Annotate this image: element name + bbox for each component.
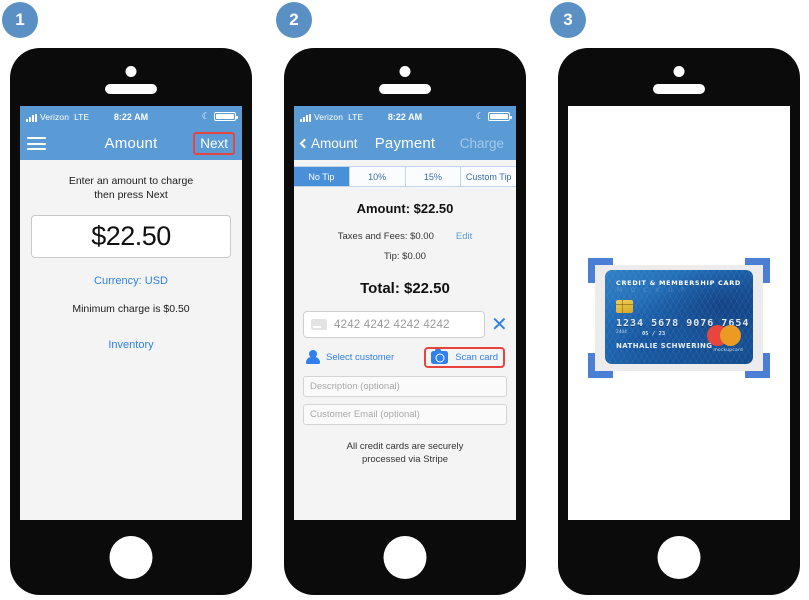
amount-hint-line2: then press Next [94, 189, 168, 202]
step-badge-3: 3 [550, 2, 586, 38]
back-button-label: Amount [311, 136, 358, 151]
card-brand-text: mockupcard [713, 348, 743, 353]
card-title: CREDIT & MEMBERSHIP CARD [616, 279, 742, 287]
tip-tab-10[interactable]: 10% [349, 167, 406, 186]
tip-amount-label: Tip: $0.00 [384, 251, 426, 262]
description-input[interactable]: Description (optional) [303, 376, 507, 397]
inventory-link[interactable]: Inventory [108, 339, 153, 351]
stripe-note-line1: All credit cards are securely [346, 441, 464, 452]
credit-card-icon [311, 319, 327, 330]
amount-hint: Enter an amount to charge then press Nex… [30, 174, 232, 202]
edit-taxes-link[interactable]: Edit [456, 231, 472, 242]
payment-actions-row: Select customer Scan card [294, 347, 516, 368]
currency-link[interactable]: Currency: USD [94, 275, 168, 287]
step-badge-3-number: 3 [563, 10, 573, 29]
tip-tab-no-tip[interactable]: No Tip [294, 167, 350, 186]
home-button-1[interactable] [109, 536, 153, 579]
step-badge-1-number: 1 [15, 10, 25, 29]
card-chip-icon [616, 300, 633, 313]
amount-input[interactable]: $22.50 [31, 215, 231, 259]
clock-label: 8:22 AM [113, 111, 149, 122]
do-not-disturb-moon-icon: ☾ [201, 111, 210, 121]
card-expiry: 05 / 23 [642, 331, 666, 337]
phone-mockup-2: Verizon LTE 8:22 AM ☾ Amount Payment Cha… [284, 48, 526, 595]
next-button[interactable]: Next [193, 132, 235, 155]
card-watermark: M O C K U P [617, 287, 688, 294]
total-label: Total: $22.50 [360, 280, 450, 297]
clear-card-icon[interactable]: ✕ [491, 315, 508, 335]
customer-email-input[interactable]: Customer Email (optional) [303, 404, 507, 425]
do-not-disturb-moon-icon: ☾ [475, 111, 484, 121]
select-customer-label: Select customer [326, 352, 395, 363]
taxes-fees-row: Taxes and Fees: $0.00 Edit [304, 231, 506, 242]
page-title: Payment [374, 135, 436, 152]
status-bar-1: Verizon LTE 8:22 AM ☾ [20, 106, 242, 127]
screen-payment: Verizon LTE 8:22 AM ☾ Amount Payment Cha… [294, 106, 516, 520]
description-placeholder: Description (optional) [310, 381, 400, 392]
battery-icon [488, 112, 512, 121]
payment-screen-body: No Tip 10% 15% Custom Tip Amount: $22.50… [294, 160, 516, 520]
taxes-fees-label: Taxes and Fees: $0.00 [337, 231, 434, 242]
tip-tab-custom[interactable]: Custom Tip [461, 167, 516, 186]
network-type-label: LTE [74, 111, 90, 122]
amount-summary-label: Amount: $22.50 [356, 201, 454, 216]
status-bar-2: Verizon LTE 8:22 AM ☾ [294, 106, 516, 127]
amount-hint-line1: Enter an amount to charge [68, 175, 194, 187]
amount-value: $22.50 [91, 221, 171, 252]
camera-icon [431, 348, 449, 364]
step-badge-2: 2 [276, 2, 312, 38]
amount-screen-body: Enter an amount to charge then press Nex… [20, 160, 242, 520]
card-small-number: 2444 [616, 330, 627, 335]
screen-card-scanner: CREDIT & MEMBERSHIP CARD M O C K U P 123… [568, 106, 790, 520]
camera-dot-icon [673, 66, 685, 77]
speaker-grille-icon [105, 84, 157, 94]
clock-label: 8:22 AM [387, 111, 423, 122]
credit-card-preview: CREDIT & MEMBERSHIP CARD M O C K U P 123… [605, 270, 753, 364]
scan-card-button[interactable]: Scan card [424, 347, 505, 368]
nav-bar-amount: Amount Next [20, 127, 242, 160]
currency-link-row: Currency: USD [30, 271, 232, 289]
signal-strength-icon [26, 113, 37, 122]
network-type-label: LTE [348, 111, 364, 122]
customer-email-placeholder: Customer Email (optional) [310, 409, 420, 420]
card-number-placeholder: 4242 4242 4242 4242 [334, 318, 450, 331]
nav-bar-payment: Amount Payment Charge [294, 127, 516, 160]
stripe-note-line2: processed via Stripe [361, 453, 449, 465]
home-button-2[interactable] [383, 536, 427, 579]
card-number-input[interactable]: 4242 4242 4242 4242 [303, 311, 485, 338]
select-customer-button[interactable]: Select customer [305, 350, 418, 365]
home-button-3[interactable] [657, 536, 701, 579]
carrier-label: Verizon [314, 111, 344, 122]
mastercard-logo-icon [707, 325, 741, 346]
speaker-grille-icon [653, 84, 705, 94]
tip-selector: No Tip 10% 15% Custom Tip [294, 166, 516, 187]
camera-dot-icon [399, 66, 411, 77]
charge-button[interactable]: Charge [455, 134, 509, 153]
speaker-grille-icon [379, 84, 431, 94]
card-scan-frame: CREDIT & MEMBERSHIP CARD M O C K U P 123… [588, 258, 770, 378]
phone-mockup-3: CREDIT & MEMBERSHIP CARD M O C K U P 123… [558, 48, 800, 595]
stripe-security-note: All credit cards are securely processed … [294, 441, 516, 467]
carrier-label: Verizon [40, 111, 70, 122]
page-title: Amount [104, 135, 158, 152]
phone-mockup-1: Verizon LTE 8:22 AM ☾ Amount Next Enter … [10, 48, 252, 595]
card-holder-name: NATHALIE SCHWERING [616, 342, 713, 350]
chevron-left-icon [299, 138, 310, 149]
step-badge-2-number: 2 [289, 10, 299, 29]
camera-dot-icon [125, 66, 137, 77]
scan-card-label: Scan card [455, 352, 498, 363]
screen-amount: Verizon LTE 8:22 AM ☾ Amount Next Enter … [20, 106, 242, 520]
person-icon [305, 350, 320, 365]
signal-strength-icon [300, 113, 311, 122]
step-badge-1: 1 [2, 2, 38, 38]
minimum-charge-label: Minimum charge is $0.50 [72, 303, 190, 316]
totals-section: Amount: $22.50 Taxes and Fees: $0.00 Edi… [294, 187, 516, 311]
battery-icon [214, 112, 238, 121]
inventory-link-row: Inventory [30, 335, 232, 353]
card-number-row: 4242 4242 4242 4242 ✕ [294, 311, 516, 338]
back-button[interactable]: Amount [299, 136, 358, 151]
tip-tab-15[interactable]: 15% [405, 167, 462, 186]
hamburger-menu-icon[interactable] [27, 137, 46, 150]
